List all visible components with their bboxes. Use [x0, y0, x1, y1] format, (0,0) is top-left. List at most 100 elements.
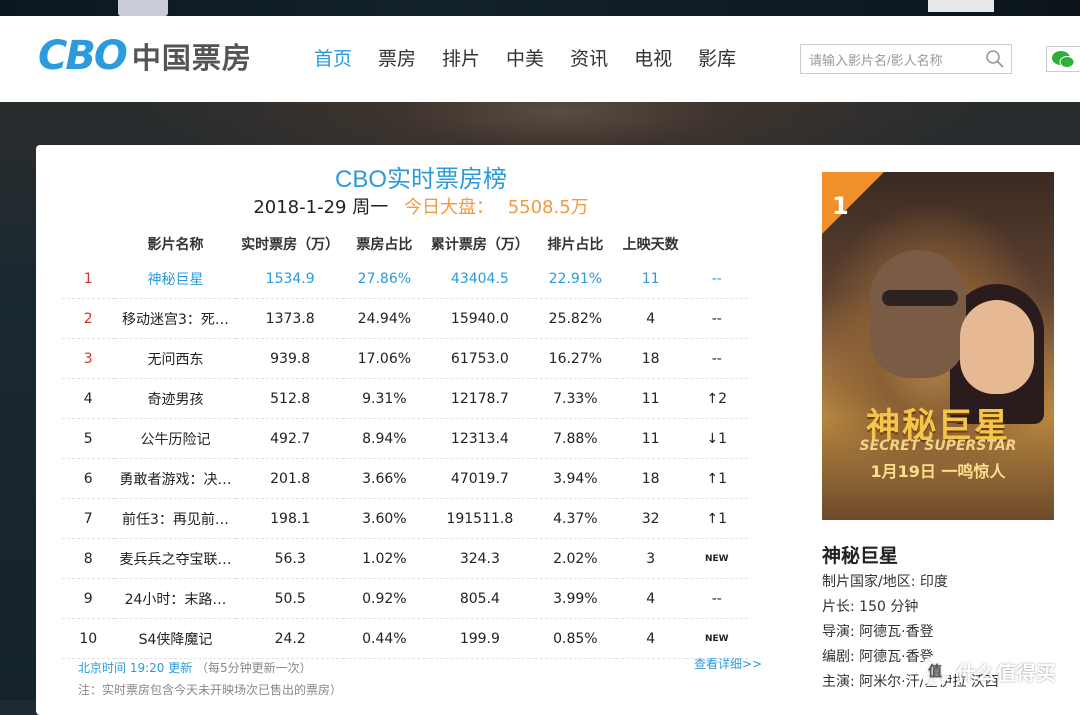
row-trend: -- [685, 338, 748, 379]
col-share: 票房占比 [356, 237, 413, 253]
nav-tv[interactable]: 电视 [634, 46, 672, 72]
nav-boxoffice[interactable]: 票房 [378, 46, 416, 72]
meta-country: 制片国家/地区: 印度 [822, 574, 948, 590]
watermark-logo-icon: 值 [920, 656, 950, 686]
row-schedule: 2.02% [534, 538, 616, 579]
row-share: 24.94% [343, 298, 425, 339]
feature-movie-title[interactable]: 神秘巨星 [822, 541, 898, 568]
table-row[interactable]: 2 移动迷宫3：死… 1373.8 24.94% 15940.0 25.82% 4 -- [62, 298, 748, 339]
row-movie-name[interactable]: 24小时：末路… [114, 578, 237, 619]
row-rank: 8 [62, 538, 115, 579]
search-icon[interactable] [985, 49, 1005, 69]
row-trend: ↑1 [685, 458, 748, 499]
table-body: 1 神秘巨星 1534.9 27.86% 43404.5 22.91% 11 -- 2 移动迷宫3… [62, 259, 748, 659]
row-movie-name[interactable]: 奇迹男孩 [114, 378, 237, 419]
row-schedule: 4.37% [534, 498, 616, 539]
row-schedule: 25.82% [534, 298, 616, 339]
row-trend: ↑1 [685, 498, 748, 539]
view-detail-link[interactable]: 查看详细>> [694, 655, 762, 672]
row-realtime: 56.3 [236, 538, 344, 579]
row-realtime: 512.8 [236, 378, 344, 419]
row-cumulative: 12178.7 [424, 378, 535, 419]
board-date-line: 2018-1-29 周一 今日大盘： 5508.5万 [36, 193, 806, 219]
logo-text: 中国票房 [131, 41, 252, 75]
poster-rank: 1 [832, 192, 849, 220]
table-header: 影片名称 实时票房（万） 票房占比 累计票房（万） 排片占比 上映天数 [62, 229, 748, 259]
wechat-icon [1052, 51, 1075, 68]
row-rank: 7 [62, 498, 115, 539]
row-movie-name[interactable]: 麦兵兵之夺宝联… [114, 538, 237, 579]
row-rank: 4 [62, 378, 115, 419]
row-share: 8.94% [343, 418, 425, 459]
row-rank: 2 [62, 298, 115, 339]
row-trend: ↓1 [685, 418, 748, 459]
row-schedule: 22.91% [534, 259, 616, 299]
search-box [800, 44, 1012, 74]
row-share: 17.06% [343, 338, 425, 379]
row-movie-name[interactable]: 前任3：再见前… [114, 498, 237, 539]
poster-figure-man [870, 250, 966, 378]
col-name: 影片名称 [147, 237, 204, 253]
row-cumulative: 324.3 [424, 538, 535, 579]
row-schedule: 7.88% [534, 418, 616, 459]
table-row[interactable]: 7 前任3：再见前… 198.1 3.60% 191511.8 4.37% 32 ↑1 [62, 498, 748, 539]
watermark: 值 什么值得买 [920, 656, 1056, 686]
row-movie-name[interactable]: 无问西东 [114, 338, 237, 379]
nav-home[interactable]: 首页 [314, 46, 352, 72]
row-cumulative: 47019.7 [424, 458, 535, 499]
movie-poster[interactable]: 1 神秘巨星 SECRET SUPERSTAR 1月19日 一鸣惊人 [822, 172, 1054, 520]
table-row[interactable]: 9 24小时：末路… 50.5 0.92% 805.4 3.99% 4 -- [62, 578, 748, 619]
row-cumulative: 12313.4 [424, 418, 535, 459]
table-row[interactable]: 4 奇迹男孩 512.8 9.31% 12178.7 7.33% 11 ↑2 [62, 378, 748, 419]
search-input[interactable] [807, 46, 981, 74]
row-rank: 1 [62, 259, 115, 299]
meta-writer: 编剧: 阿德瓦·香登 [822, 649, 934, 665]
poster-subtitle: SECRET SUPERSTAR [859, 438, 1017, 454]
top-banner-strip [0, 0, 1080, 16]
row-realtime: 50.5 [236, 578, 344, 619]
row-cumulative: 199.9 [424, 618, 535, 659]
table-row[interactable]: 6 勇敢者游戏：决… 201.8 3.66% 47019.7 3.94% 18 ↑1 [62, 458, 748, 499]
nav-library[interactable]: 影库 [698, 46, 736, 72]
board-date: 2018-1-29 周一 [253, 197, 389, 218]
row-days: 3 [615, 538, 686, 579]
row-realtime: 198.1 [236, 498, 344, 539]
today-total: 5508.5万 [507, 197, 589, 218]
col-cumulative: 累计票房（万） [430, 237, 529, 253]
poster-figure-girl [960, 300, 1034, 394]
table-row[interactable]: 1 神秘巨星 1534.9 27.86% 43404.5 22.91% 11 -- [62, 259, 748, 299]
row-share: 1.02% [343, 538, 425, 579]
row-cumulative: 15940.0 [424, 298, 535, 339]
update-note: （每5分钟更新一次） [196, 661, 312, 675]
wechat-button[interactable] [1046, 46, 1080, 72]
nav-china-us[interactable]: 中美 [506, 46, 544, 72]
row-days: 11 [615, 378, 686, 419]
row-movie-name[interactable]: S4侠降魔记 [114, 618, 237, 659]
watermark-text: 什么值得买 [956, 660, 1056, 685]
meta-runtime: 片长: 150 分钟 [822, 599, 919, 615]
row-movie-name[interactable]: 公牛历险记 [114, 418, 237, 459]
main-nav: 首页 票房 排片 中美 资讯 电视 影库 [314, 46, 762, 72]
row-days: 11 [615, 259, 686, 299]
banner-thumbnail [118, 0, 168, 16]
row-cumulative: 805.4 [424, 578, 535, 619]
table-row[interactable]: 8 麦兵兵之夺宝联… 56.3 1.02% 324.3 2.02% 3 NEW [62, 538, 748, 579]
row-movie-name[interactable]: 神秘巨星 [114, 259, 237, 299]
table-row[interactable]: 5 公牛历险记 492.7 8.94% 12313.4 7.88% 11 ↓1 [62, 418, 748, 459]
nav-schedule[interactable]: 排片 [442, 46, 480, 72]
meta-director: 导演: 阿德瓦·香登 [822, 624, 934, 640]
footnote: 注：实时票房包含今天未开映场次已售出的票房） [78, 683, 343, 697]
row-movie-name[interactable]: 移动迷宫3：死… [114, 298, 237, 339]
row-schedule: 0.85% [534, 618, 616, 659]
table-row[interactable]: 3 无问西东 939.8 17.06% 61753.0 16.27% 18 -- [62, 338, 748, 379]
row-movie-name[interactable]: 勇敢者游戏：决… [114, 458, 237, 499]
col-trend [686, 229, 748, 259]
col-days: 上映天数 [622, 237, 679, 253]
row-schedule: 3.94% [534, 458, 616, 499]
site-header: CBO 中国票房 首页 票房 排片 中美 资讯 电视 影库 [0, 16, 1080, 102]
boxoffice-panel: CBO实时票房榜 2018-1-29 周一 今日大盘： 5508.5万 影片名称… [36, 145, 1080, 715]
table-row[interactable]: 10 S4侠降魔记 24.2 0.44% 199.9 0.85% 4 NEW [62, 618, 748, 659]
row-days: 4 [615, 618, 686, 659]
nav-news[interactable]: 资讯 [570, 46, 608, 72]
site-logo[interactable]: CBO 中国票房 [38, 36, 252, 76]
